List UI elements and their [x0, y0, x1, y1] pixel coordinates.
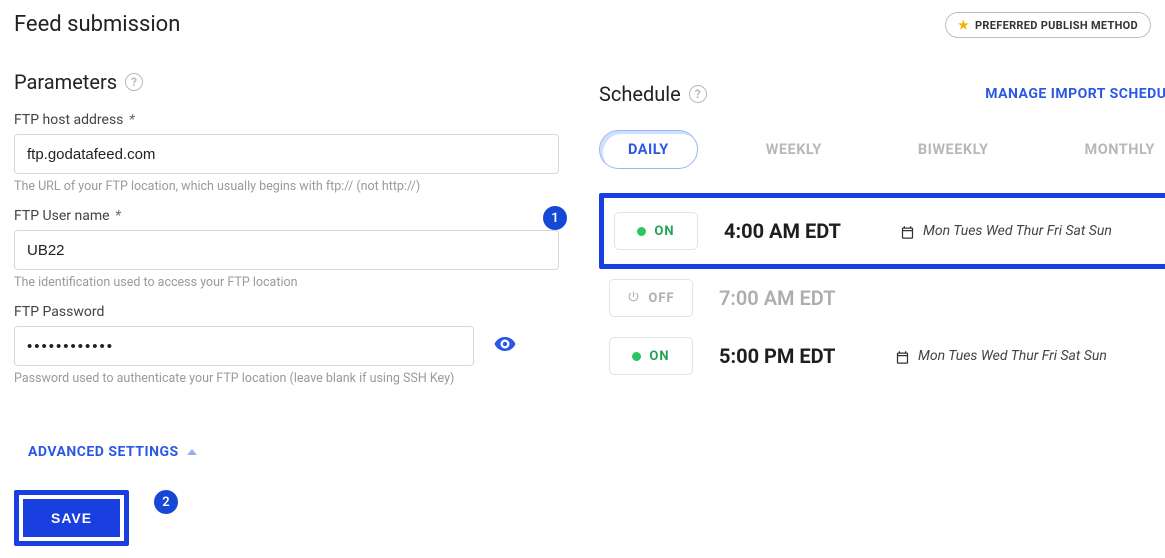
- ftp-user-label: FTP User name *: [14, 208, 559, 224]
- schedule-toggle[interactable]: ON: [614, 212, 698, 250]
- preferred-publish-badge: ★ PREFERRED PUBLISH METHOD: [945, 12, 1151, 38]
- callout-marker-2: 2: [154, 490, 178, 514]
- status-dot-icon: [632, 352, 641, 361]
- schedule-slot: ON 4:00 AM EDT Mon Tues Wed Thur Fri Sat…: [599, 193, 1165, 269]
- ftp-host-label: FTP host address *: [14, 112, 559, 128]
- save-button[interactable]: SAVE: [23, 499, 120, 537]
- schedule-toggle[interactable]: OFF: [609, 279, 693, 317]
- ftp-user-hint: The identification used to access your F…: [14, 275, 559, 290]
- power-icon: [627, 290, 640, 307]
- save-highlight: SAVE: [14, 490, 129, 546]
- manage-import-schedule-link[interactable]: MANAGE IMPORT SCHEDULE: [985, 86, 1165, 102]
- tab-daily[interactable]: DAILY: [599, 130, 698, 169]
- badge-text: PREFERRED PUBLISH METHOD: [975, 19, 1138, 32]
- calendar-icon: [900, 225, 915, 240]
- ftp-host-input[interactable]: [14, 134, 559, 174]
- schedule-time: 5:00 PM EDT: [719, 344, 869, 368]
- tab-biweekly[interactable]: BIWEEKLY: [890, 131, 1017, 168]
- callout-marker-1: 1: [543, 206, 567, 230]
- schedule-title: Schedule: [599, 82, 681, 106]
- calendar-icon: [895, 350, 910, 365]
- status-dot-icon: [637, 227, 646, 236]
- schedule-slot: OFF 7:00 AM EDT: [599, 269, 1165, 327]
- schedule-days: Mon Tues Wed Thur Fri Sat Sun: [895, 348, 1107, 364]
- ftp-user-input[interactable]: [14, 230, 559, 270]
- star-icon: ★: [958, 18, 969, 32]
- tab-weekly[interactable]: WEEKLY: [738, 131, 850, 168]
- schedule-time: 4:00 AM EDT: [724, 219, 874, 243]
- eye-icon[interactable]: [494, 337, 516, 357]
- help-icon[interactable]: ?: [125, 73, 143, 91]
- schedule-slot: ON 5:00 PM EDT Mon Tues Wed Thur Fri Sat…: [599, 327, 1165, 385]
- help-icon[interactable]: ?: [689, 85, 707, 103]
- page-title: Feed submission: [14, 12, 180, 37]
- schedule-toggle[interactable]: ON: [609, 337, 693, 375]
- advanced-settings-toggle[interactable]: ADVANCED SETTINGS: [28, 444, 197, 460]
- caret-up-icon: [187, 449, 197, 455]
- ftp-password-hint: Password used to authenticate your FTP l…: [14, 371, 559, 386]
- ftp-password-label: FTP Password: [14, 304, 559, 320]
- ftp-password-input[interactable]: [14, 326, 474, 366]
- parameters-title: Parameters: [14, 70, 117, 94]
- schedule-days: Mon Tues Wed Thur Fri Sat Sun: [900, 223, 1112, 239]
- tab-monthly[interactable]: MONTHLY: [1057, 131, 1165, 168]
- ftp-host-hint: The URL of your FTP location, which usua…: [14, 179, 559, 194]
- schedule-time: 7:00 AM EDT: [719, 286, 869, 310]
